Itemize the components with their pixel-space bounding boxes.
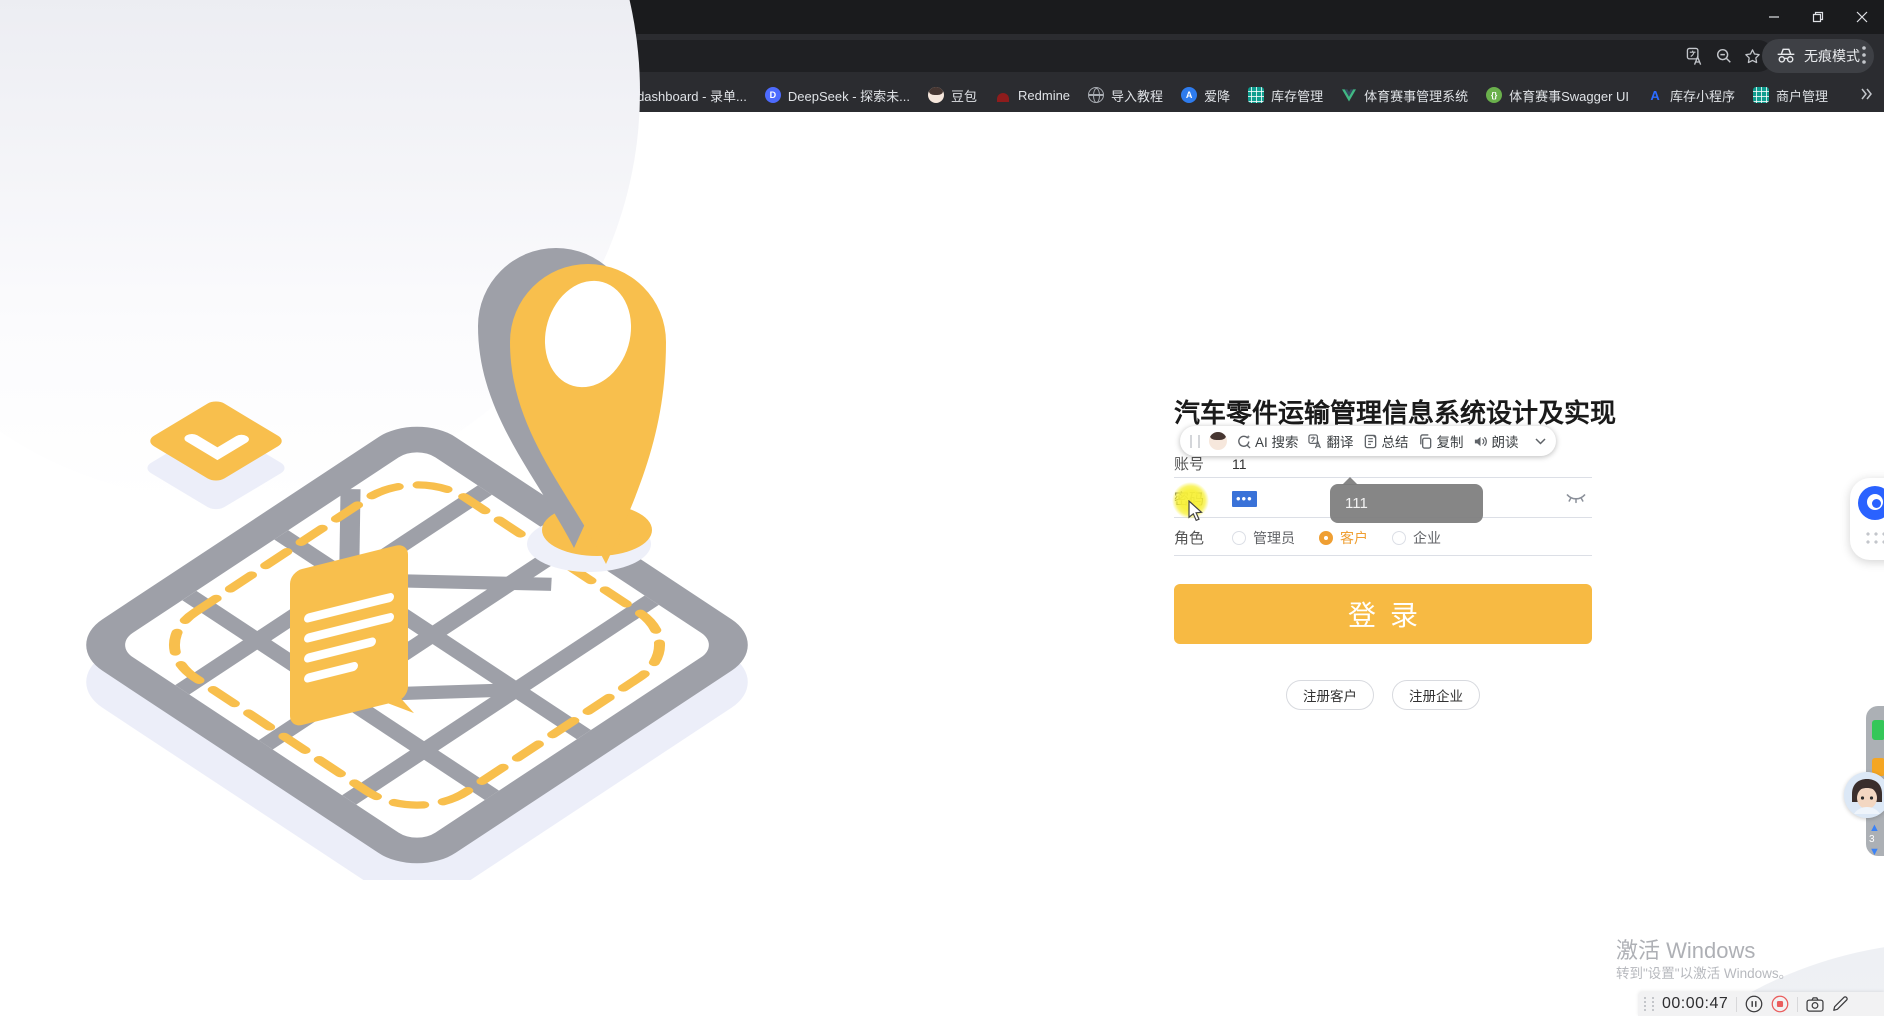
ai-search-button[interactable]: AI 搜索 — [1236, 431, 1299, 451]
bookmark-sports-system[interactable]: 体育赛事管理系统 — [1332, 82, 1477, 109]
password-input-value[interactable]: ••• — [1232, 490, 1257, 507]
radio-circle-checked-icon[interactable] — [1319, 530, 1333, 545]
account-label: 账号 — [1174, 456, 1205, 473]
windows-activation-watermark: 激活 Windows 转到"设置"以激活 Windows。 — [1616, 938, 1792, 984]
summarize-icon — [1364, 434, 1376, 448]
divider — [1736, 996, 1738, 1012]
globe-icon — [1088, 87, 1105, 103]
map-illustration — [86, 248, 748, 880]
minimize-icon[interactable] — [1752, 0, 1796, 34]
translate-page-icon[interactable] — [1686, 47, 1705, 66]
assistant-avatar[interactable] — [1844, 772, 1884, 818]
spreadsheet-icon — [1248, 87, 1265, 103]
bookmark-star-icon[interactable] — [1743, 47, 1762, 66]
assistant-arrows[interactable]: ▲ 3 ▼ — [1869, 822, 1884, 858]
bookmark-aijiang[interactable]: A 爱降 — [1172, 82, 1239, 109]
radio-customer[interactable]: 客户 — [1319, 528, 1368, 548]
toolbar-expand-chevron-icon[interactable] — [1535, 437, 1546, 445]
incognito-badge: 无痕模式 — [1762, 39, 1874, 73]
bookmark-doubao[interactable]: 豆包 — [919, 82, 986, 109]
register-customer-button[interactable]: 注册客户 — [1286, 680, 1374, 710]
login-panel: 汽车零件运输管理信息系统设计及实现 AI 搜索 翻译 总结 复制 朗读 账号 1… — [1174, 396, 1617, 710]
password-tooltip-text: 111 — [1345, 495, 1368, 512]
eye-closed-icon[interactable] — [1566, 492, 1586, 505]
aijiang-icon: A — [1181, 87, 1198, 103]
arrow-down-icon[interactable]: ▼ — [1869, 846, 1884, 858]
bookmark-swagger[interactable]: {} 体育赛事Swagger UI — [1477, 82, 1638, 109]
bookmark-deepseek[interactable]: D DeepSeek - 探索未... — [756, 82, 919, 109]
page-title: 汽车零件运输管理信息系统设计及实现 — [1174, 398, 1617, 428]
pill-drag-dots-icon[interactable] — [1864, 530, 1884, 546]
assistant-count: 3 — [1869, 834, 1875, 845]
bookmark-redmine[interactable]: Redmine — [986, 83, 1079, 107]
radio-circle-icon[interactable] — [1392, 530, 1406, 545]
login-button[interactable]: 登录 — [1174, 584, 1592, 644]
deepseek-icon: D — [764, 87, 781, 103]
summarize-button[interactable]: 总结 — [1363, 431, 1409, 451]
bookmark-merchant[interactable]: 商户管理 — [1744, 82, 1837, 109]
translate-button[interactable]: 翻译 — [1307, 431, 1354, 451]
restore-icon[interactable] — [1796, 0, 1840, 34]
screenshot-camera-icon[interactable] — [1806, 996, 1824, 1012]
stop-recording-icon[interactable] — [1771, 995, 1789, 1013]
password-tooltip: 111 — [1330, 477, 1483, 523]
close-window-icon[interactable] — [1840, 0, 1884, 34]
bookmarks-overflow-icon[interactable] — [1860, 87, 1872, 104]
read-aloud-icon — [1474, 436, 1487, 446]
radio-enterprise[interactable]: 企业 — [1392, 528, 1441, 548]
swagger-icon: {} — [1486, 87, 1503, 103]
bookmark-import-tutorial[interactable]: 导入教程 — [1079, 82, 1172, 109]
recorder-time: 00:00:47 — [1662, 995, 1729, 1012]
bookmark-inventory[interactable]: 库存管理 — [1239, 82, 1332, 109]
screen-recorder-bar: 00:00:47 — [1638, 992, 1884, 1016]
browser-window: 管理端-汽车零件运输管理信息 × localhost:8080/springbo… — [0, 0, 1884, 1016]
vue-icon — [1341, 87, 1357, 103]
register-row: 注册客户 注册企业 — [1174, 680, 1592, 710]
watermark-line2: 转到"设置"以激活 Windows。 — [1616, 966, 1793, 981]
annotate-pencil-icon[interactable] — [1832, 996, 1849, 1012]
account-input-value[interactable]: 11 — [1232, 456, 1247, 472]
doubao-extension-pill[interactable] — [1850, 478, 1884, 560]
doubao-icon — [928, 87, 944, 103]
arrow-up-icon[interactable]: ▲ — [1869, 822, 1884, 834]
incognito-label: 无痕模式 — [1804, 48, 1860, 64]
radio-circle-icon[interactable] — [1232, 530, 1246, 545]
browser-menu-icon[interactable] — [1862, 46, 1866, 69]
divider — [1797, 996, 1799, 1012]
assistant-green-chip[interactable] — [1872, 720, 1884, 740]
radio-admin[interactable]: 管理员 — [1232, 528, 1295, 548]
incognito-icon — [1776, 48, 1796, 64]
pause-recording-icon[interactable] — [1745, 995, 1763, 1013]
role-row: 角色 管理员 客户 企业 — [1174, 520, 1592, 556]
doubao-logo-icon[interactable] — [1858, 486, 1884, 520]
copy-button[interactable]: 复制 — [1418, 431, 1464, 451]
redmine-icon — [995, 87, 1011, 103]
bookmark-miniapp[interactable]: A 库存小程序 — [1638, 82, 1744, 109]
selection-toolbar: AI 搜索 翻译 总结 复制 朗读 — [1180, 426, 1556, 456]
ai-search-icon — [1238, 434, 1251, 449]
spreadsheet-icon — [1753, 87, 1770, 103]
miniapp-icon: A — [1650, 87, 1660, 103]
password-label: 密码 — [1174, 491, 1205, 508]
copy-icon — [1419, 433, 1431, 449]
register-enterprise-button[interactable]: 注册企业 — [1392, 680, 1480, 710]
recorder-drag-handle-icon[interactable] — [1644, 997, 1654, 1011]
role-label: 角色 — [1174, 530, 1205, 547]
doubao-avatar-icon[interactable] — [1209, 432, 1227, 450]
translate-icon — [1307, 433, 1321, 448]
watermark-line1: 激活 Windows — [1616, 938, 1756, 963]
zoom-icon[interactable] — [1715, 47, 1733, 65]
window-controls — [1752, 0, 1884, 34]
drag-handle-icon[interactable] — [1190, 434, 1200, 448]
read-aloud-button[interactable]: 朗读 — [1473, 431, 1519, 451]
